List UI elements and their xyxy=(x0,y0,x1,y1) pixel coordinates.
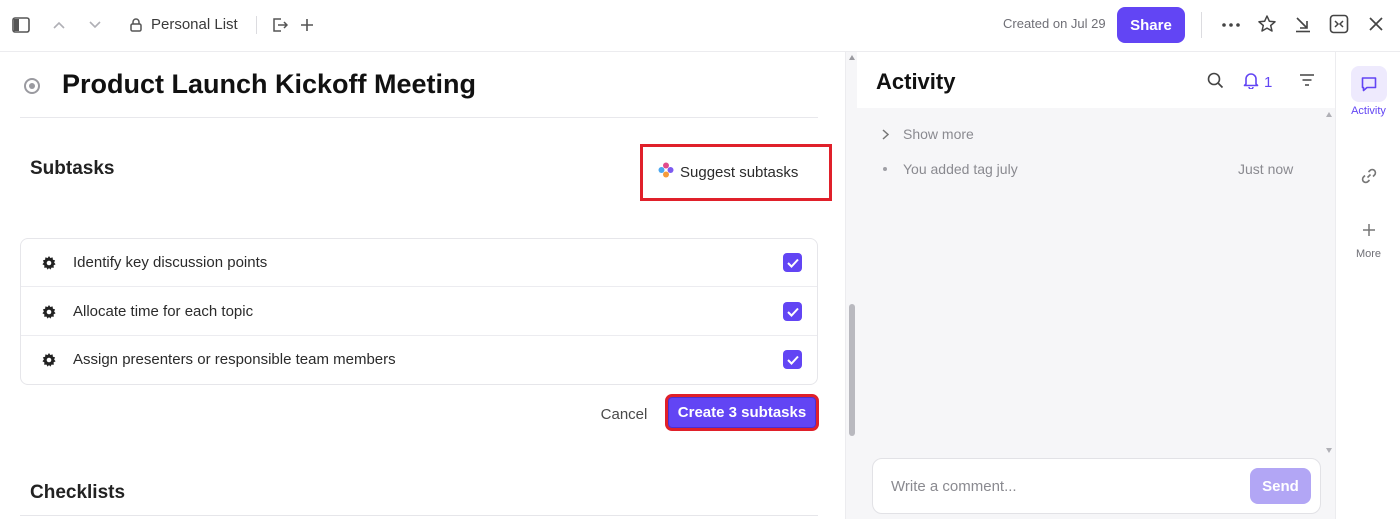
suggested-subtask-list: Identify key discussion points Allocate … xyxy=(20,238,818,385)
list-item[interactable]: Allocate time for each topic xyxy=(21,288,817,336)
list-item[interactable]: Identify key discussion points xyxy=(21,239,817,287)
add-icon xyxy=(1351,212,1387,248)
subtask-checkbox[interactable] xyxy=(783,350,802,369)
task-title-row: Product Launch Kickoff Meeting xyxy=(20,52,818,118)
scrollbar-thumb[interactable] xyxy=(849,304,855,436)
search-icon[interactable] xyxy=(1205,70,1225,90)
ai-sparkle-icon xyxy=(658,162,674,182)
activity-entry: You added tag july xyxy=(903,161,1018,177)
activity-header: Activity 1 xyxy=(857,52,1335,108)
scroll-up-arrow-icon[interactable] xyxy=(1326,112,1332,117)
suggest-subtasks-label: Suggest subtasks xyxy=(680,163,799,181)
subtask-label: Allocate time for each topic xyxy=(73,303,254,320)
chevron-up-icon[interactable] xyxy=(50,15,68,35)
activity-title: Activity xyxy=(876,69,956,94)
page-title[interactable]: Product Launch Kickoff Meeting xyxy=(62,69,476,100)
top-bar: Personal List Created on Jul 29 Share xyxy=(0,0,1400,52)
activity-scrollbar[interactable] xyxy=(1323,108,1335,458)
more-options-icon[interactable] xyxy=(1220,14,1242,36)
gear-icon xyxy=(41,255,57,271)
star-icon[interactable] xyxy=(1256,13,1278,35)
chat-icon xyxy=(1350,66,1387,102)
right-rail: Activity More xyxy=(1335,52,1400,519)
gear-icon xyxy=(41,352,57,368)
divider xyxy=(256,16,257,34)
bullet-icon xyxy=(883,167,887,171)
close-icon[interactable] xyxy=(1365,13,1387,35)
send-button[interactable]: Send xyxy=(1250,468,1311,504)
divider xyxy=(1201,12,1202,38)
comment-input[interactable]: Write a comment... xyxy=(891,478,1017,495)
created-date: Created on Jul 29 xyxy=(1003,16,1106,31)
minimize-icon[interactable] xyxy=(1292,13,1314,35)
cancel-button[interactable]: Cancel xyxy=(590,400,658,428)
expand-panel-icon[interactable] xyxy=(1328,13,1350,35)
show-more-link[interactable]: Show more xyxy=(903,126,974,142)
bell-icon xyxy=(1243,72,1259,93)
rail-item-links[interactable] xyxy=(1336,158,1400,194)
list-item[interactable]: Assign presenters or responsible team me… xyxy=(21,336,817,384)
scroll-up-arrow-icon[interactable] xyxy=(849,55,855,60)
lock-icon xyxy=(128,15,144,35)
subtasks-heading: Subtasks xyxy=(30,158,115,179)
scroll-down-arrow-icon[interactable] xyxy=(1326,448,1332,453)
subtask-checkbox[interactable] xyxy=(783,302,802,321)
comment-input-container: Write a comment... Send xyxy=(872,458,1321,514)
share-button[interactable]: Share xyxy=(1117,7,1185,43)
activity-panel: Activity 1 Show more You added tag july … xyxy=(857,52,1335,519)
move-out-icon[interactable] xyxy=(270,14,290,36)
notifications-button[interactable]: 1 xyxy=(1243,72,1272,93)
filter-icon[interactable] xyxy=(1297,70,1317,90)
create-subtasks-button[interactable]: Create 3 subtasks xyxy=(668,397,816,428)
chevron-down-icon[interactable] xyxy=(86,15,104,35)
rail-label: More xyxy=(1355,248,1382,260)
rail-label: Activity xyxy=(1351,105,1386,117)
task-main-panel: Product Launch Kickoff Meeting Subtasks … xyxy=(0,52,845,519)
notification-count: 1 xyxy=(1264,74,1273,91)
link-icon xyxy=(1351,158,1387,194)
gear-icon xyxy=(41,304,57,320)
add-icon[interactable] xyxy=(298,14,316,36)
chevron-right-icon[interactable] xyxy=(879,126,891,142)
status-icon[interactable] xyxy=(24,78,40,94)
rail-item-more[interactable]: More xyxy=(1336,212,1400,260)
activity-timestamp: Just now xyxy=(1238,161,1294,177)
rail-item-activity[interactable]: Activity xyxy=(1336,66,1400,117)
main-scrollbar[interactable] xyxy=(845,52,857,519)
sidebar-toggle-icon[interactable] xyxy=(10,14,32,36)
subtask-label: Assign presenters or responsible team me… xyxy=(73,351,396,368)
subtask-label: Identify key discussion points xyxy=(73,254,268,271)
suggest-subtasks-button[interactable]: Suggest subtasks xyxy=(658,160,798,184)
checklists-heading: Checklists xyxy=(30,482,126,503)
create-subtasks-highlight: Create 3 subtasks xyxy=(665,394,819,431)
suggest-subtasks-highlight: Suggest subtasks xyxy=(640,144,832,201)
divider xyxy=(20,515,818,516)
list-name-link[interactable]: Personal List xyxy=(151,16,238,33)
subtask-checkbox[interactable] xyxy=(783,253,802,272)
